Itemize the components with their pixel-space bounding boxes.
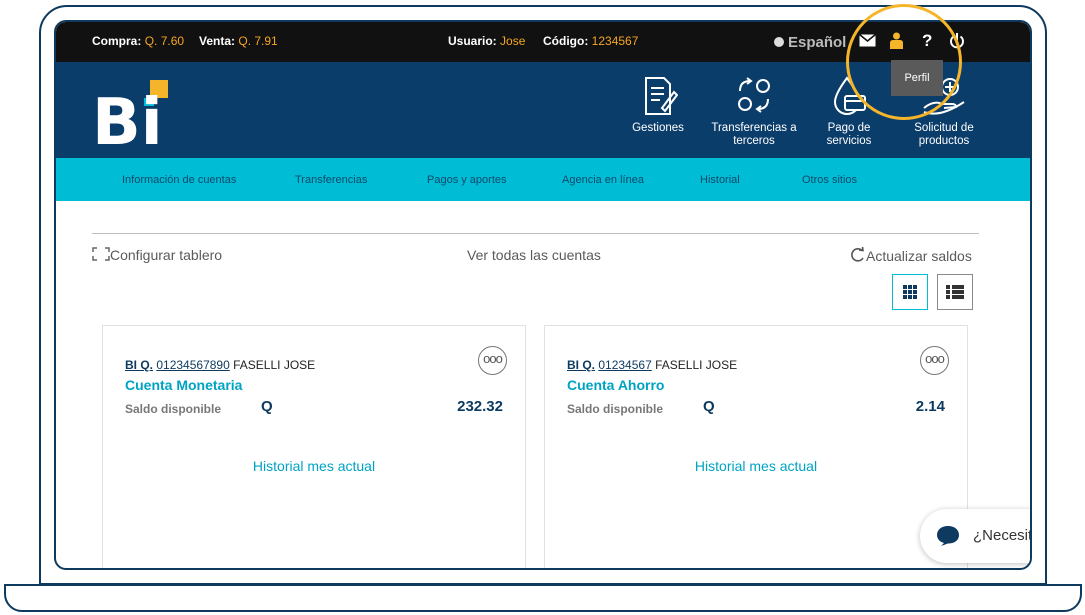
subnav-informacion-cuentas[interactable]: Información de cuentas: [122, 174, 236, 186]
account-holder: FASELLI JOSE: [655, 358, 738, 372]
highlight-circle: [846, 4, 962, 120]
user-info: Usuario: Jose: [448, 34, 525, 48]
nav-pago-label: Pago de servicios: [826, 122, 872, 147]
nav-transferencias-terceros[interactable]: Transferencias a terceros: [706, 74, 802, 148]
account-type: Cuenta Ahorro: [567, 377, 665, 393]
history-link[interactable]: Historial mes actual: [103, 458, 525, 474]
currency-symbol: Q: [703, 398, 715, 415]
balance-amount: 232.32: [457, 398, 503, 415]
bi-logo[interactable]: Bi: [92, 80, 172, 160]
logo-text: Bi: [92, 86, 163, 146]
sub-navigation: Información de cuentas Transferencias Pa…: [56, 158, 1030, 201]
toolbar-divider: [92, 233, 979, 234]
list-icon: [946, 285, 964, 299]
balance-amount: 2.14: [915, 398, 945, 415]
bank-label: BI Q.: [125, 358, 154, 372]
chat-widget[interactable]: ¿Necesit: [920, 509, 1032, 563]
nav-gestiones[interactable]: Gestiones: [624, 74, 692, 135]
more-options-icon[interactable]: ooo: [920, 346, 949, 375]
usuario-label: Usuario:: [448, 34, 497, 48]
account-number: 01234567890: [156, 358, 230, 372]
bank-label: BI Q.: [567, 358, 596, 372]
balance-label: Saldo disponible: [567, 402, 664, 416]
transfer-arrows-icon: [738, 77, 770, 113]
grid-view-button[interactable]: [892, 274, 928, 310]
exchange-sell: Venta: Q. 7.91: [199, 34, 278, 48]
configure-dashboard-button[interactable]: Configurar tablero: [92, 247, 222, 263]
more-options-icon[interactable]: ooo: [478, 346, 507, 375]
exchange-buy: Compra: Q. 7.60: [92, 34, 184, 48]
view-all-accounts-link[interactable]: Ver todas las cuentas: [467, 247, 601, 263]
venta-value: Q. 7.91: [238, 34, 278, 48]
subnav-agencia-linea[interactable]: Agencia en línea: [562, 174, 644, 186]
usuario-value: Jose: [500, 34, 526, 48]
account-card[interactable]: BI Q. 01234567890 FASELLI JOSE Cuenta Mo…: [102, 325, 526, 568]
account-card[interactable]: BI Q. 01234567 FASELLI JOSE Cuenta Ahorr…: [544, 325, 968, 568]
history-link[interactable]: Historial mes actual: [545, 458, 967, 474]
balance-label: Saldo disponible: [125, 402, 222, 416]
subnav-otros-sitios[interactable]: Otros sitios: [802, 174, 857, 186]
chat-label: ¿Necesit: [973, 527, 1032, 544]
subnav-historial[interactable]: Historial: [700, 174, 740, 186]
compra-value: Q. 7.60: [144, 34, 185, 48]
expand-icon: [92, 247, 110, 261]
nav-gestiones-label: Gestiones: [632, 122, 684, 134]
nav-solicitud-label: Solicitud de productos: [914, 122, 974, 147]
subnav-pagos-aportes[interactable]: Pagos y aportes: [427, 174, 507, 186]
language-selector[interactable]: Español: [774, 34, 846, 51]
chat-icon: [937, 526, 959, 546]
codigo-value: 1234567: [591, 34, 639, 48]
venta-label: Venta:: [199, 34, 236, 48]
list-view-button[interactable]: [937, 274, 973, 310]
globe-icon: [774, 37, 784, 47]
laptop-base: [4, 584, 1082, 612]
codigo-label: Código:: [543, 34, 589, 48]
code-info: Código: 1234567: [543, 34, 638, 48]
document-edit-icon: [645, 77, 678, 115]
configure-label: Configurar tablero: [110, 247, 223, 263]
grid-icon: [903, 285, 917, 299]
account-number: 01234567: [598, 358, 652, 372]
account-holder: FASELLI JOSE: [233, 358, 316, 372]
account-type: Cuenta Monetaria: [125, 377, 243, 393]
currency-symbol: Q: [261, 398, 273, 415]
compra-label: Compra:: [92, 34, 142, 48]
refresh-balances-button[interactable]: Actualizar saldos: [850, 246, 972, 264]
account-id[interactable]: BI Q. 01234567890 FASELLI JOSE: [125, 358, 315, 372]
subnav-transferencias[interactable]: Transferencias: [295, 174, 367, 186]
account-id[interactable]: BI Q. 01234567 FASELLI JOSE: [567, 358, 737, 372]
refresh-label: Actualizar saldos: [866, 248, 972, 264]
language-label: Español: [788, 34, 847, 51]
nav-transferencias-label: Transferencias a terceros: [711, 122, 797, 147]
refresh-icon: [851, 246, 864, 262]
